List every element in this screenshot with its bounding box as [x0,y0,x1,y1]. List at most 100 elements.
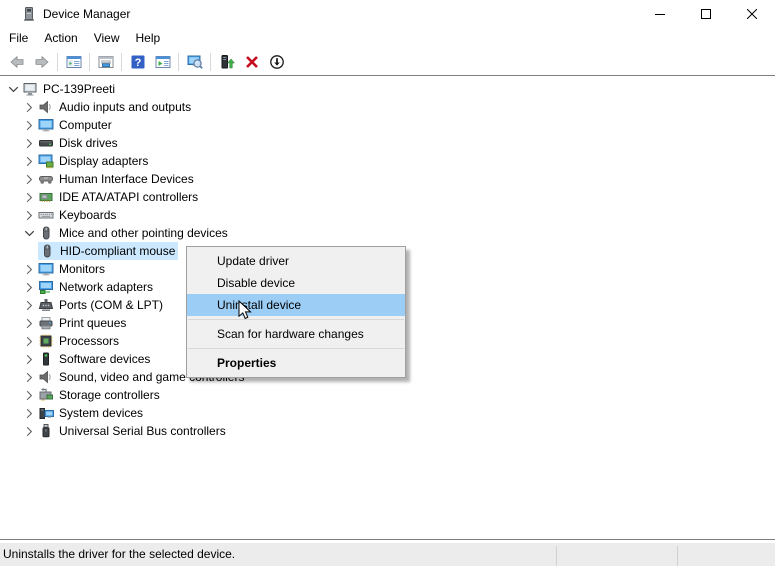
scan-hardware-button[interactable] [182,50,207,74]
update-driver-button[interactable] [214,50,239,74]
tree-item-computer[interactable]: Computer [0,116,775,134]
action-pane-button[interactable] [150,50,175,74]
menu-item-properties[interactable]: Properties [187,352,405,374]
tree-item-label: Print queues [59,316,127,330]
chevron-right-icon[interactable] [22,333,37,349]
menu-item-uninstall-device[interactable]: Uninstall device [187,294,405,316]
ide-icon [38,189,54,205]
chevron-right-icon[interactable] [22,315,37,331]
menu-separator [188,319,404,320]
close-icon [747,9,757,19]
toolbar-separator [57,52,58,71]
device-manager-app-icon [21,6,37,22]
minimize-icon [655,14,665,15]
menu-help[interactable]: Help [128,29,169,48]
keyboard-icon [38,207,54,223]
disable-button[interactable] [264,50,289,74]
properties-window-icon [98,54,114,70]
monitor-icon [38,261,54,277]
chevron-right-icon[interactable] [22,207,37,223]
tree-item-mice[interactable]: Mice and other pointing devices [0,224,775,242]
chevron-right-icon[interactable] [22,99,37,115]
tree-item-audio[interactable]: Audio inputs and outputs [0,98,775,116]
software-device-icon [38,351,54,367]
tree-item-pc[interactable]: PC-139Preeti [0,80,775,98]
chevron-right-icon[interactable] [22,351,37,367]
tree-item-keyboards[interactable]: Keyboards [0,206,775,224]
tree-item-label: HID-compliant mouse [60,244,176,258]
system-icon [38,405,54,421]
back-button[interactable] [4,50,29,74]
tree-item-label: Ports (COM & LPT) [59,298,164,312]
chevron-right-icon[interactable] [22,405,37,421]
chevron-right-icon[interactable] [22,297,37,313]
toolbar-separator [121,52,122,71]
device-manager-window: Device Manager File Action View Help PC- [0,0,775,566]
forward-button[interactable] [29,50,54,74]
display-adapter-icon [38,153,54,169]
menubar: File Action View Help [0,28,775,48]
port-icon [38,297,54,313]
chevron-right-icon[interactable] [22,117,37,133]
selected-row-highlight: HID-compliant mouse [38,242,179,260]
chevron-right-icon[interactable] [22,369,37,385]
context-menu: Update driver Disable device Uninstall d… [186,246,406,378]
scan-hardware-icon [187,54,203,70]
menu-file[interactable]: File [1,29,36,48]
back-icon [9,54,25,70]
tree-item-label: Monitors [59,262,106,276]
mouse-icon [39,243,55,259]
audio-icon [38,99,54,115]
status-text: Uninstalls the driver for the selected d… [3,547,236,561]
properties-button[interactable] [93,50,118,74]
tree-item-label: Software devices [59,352,151,366]
disk-icon [38,135,54,151]
minimize-button[interactable] [637,0,683,28]
tree-item-label: Display adapters [59,154,149,168]
chevron-right-icon[interactable] [22,189,37,205]
tree-item-ide[interactable]: IDE ATA/ATAPI controllers [0,188,775,206]
toolbar-separator [89,52,90,71]
help-button[interactable] [125,50,150,74]
menu-item-scan-hardware-changes[interactable]: Scan for hardware changes [187,323,405,345]
titlebar: Device Manager [0,0,775,28]
tree-item-label: Audio inputs and outputs [59,100,192,114]
tree-item-label: System devices [59,406,144,420]
statusbar: Uninstalls the driver for the selected d… [0,543,775,566]
show-console-tree-button[interactable] [61,50,86,74]
chevron-right-icon[interactable] [22,153,37,169]
toolbar [0,48,775,75]
tree-item-usb-controllers[interactable]: Universal Serial Bus controllers [0,422,775,440]
chevron-down-icon[interactable] [6,81,21,97]
chevron-right-icon[interactable] [22,135,37,151]
uninstall-button[interactable] [239,50,264,74]
menu-view[interactable]: View [86,29,128,48]
menu-item-update-driver[interactable]: Update driver [187,250,405,272]
tree-item-display-adapters[interactable]: Display adapters [0,152,775,170]
tree-item-label: Disk drives [59,136,118,150]
forward-icon [34,54,50,70]
maximize-button[interactable] [683,0,729,28]
chevron-right-icon[interactable] [22,279,37,295]
action-pane-icon [155,54,171,70]
tree-item-label: Universal Serial Bus controllers [59,424,226,438]
mouse-icon [38,225,54,241]
tree-item-label: Storage controllers [59,388,160,402]
usb-icon [38,423,54,439]
tree-item-disk-drives[interactable]: Disk drives [0,134,775,152]
chevron-right-icon[interactable] [22,387,37,403]
chevron-right-icon[interactable] [22,423,37,439]
tree-item-label: PC-139Preeti [43,82,116,96]
tree-item-storage-controllers[interactable]: Storage controllers [0,386,775,404]
chevron-down-icon[interactable] [22,225,37,241]
chevron-right-icon[interactable] [22,171,37,187]
toolbar-separator [178,52,179,71]
close-button[interactable] [729,0,775,28]
menu-action[interactable]: Action [36,29,85,48]
chevron-right-icon[interactable] [22,261,37,277]
audio-icon [38,369,54,385]
menu-item-disable-device[interactable]: Disable device [187,272,405,294]
disable-icon [269,54,285,70]
tree-item-system-devices[interactable]: System devices [0,404,775,422]
tree-item-hid[interactable]: Human Interface Devices [0,170,775,188]
